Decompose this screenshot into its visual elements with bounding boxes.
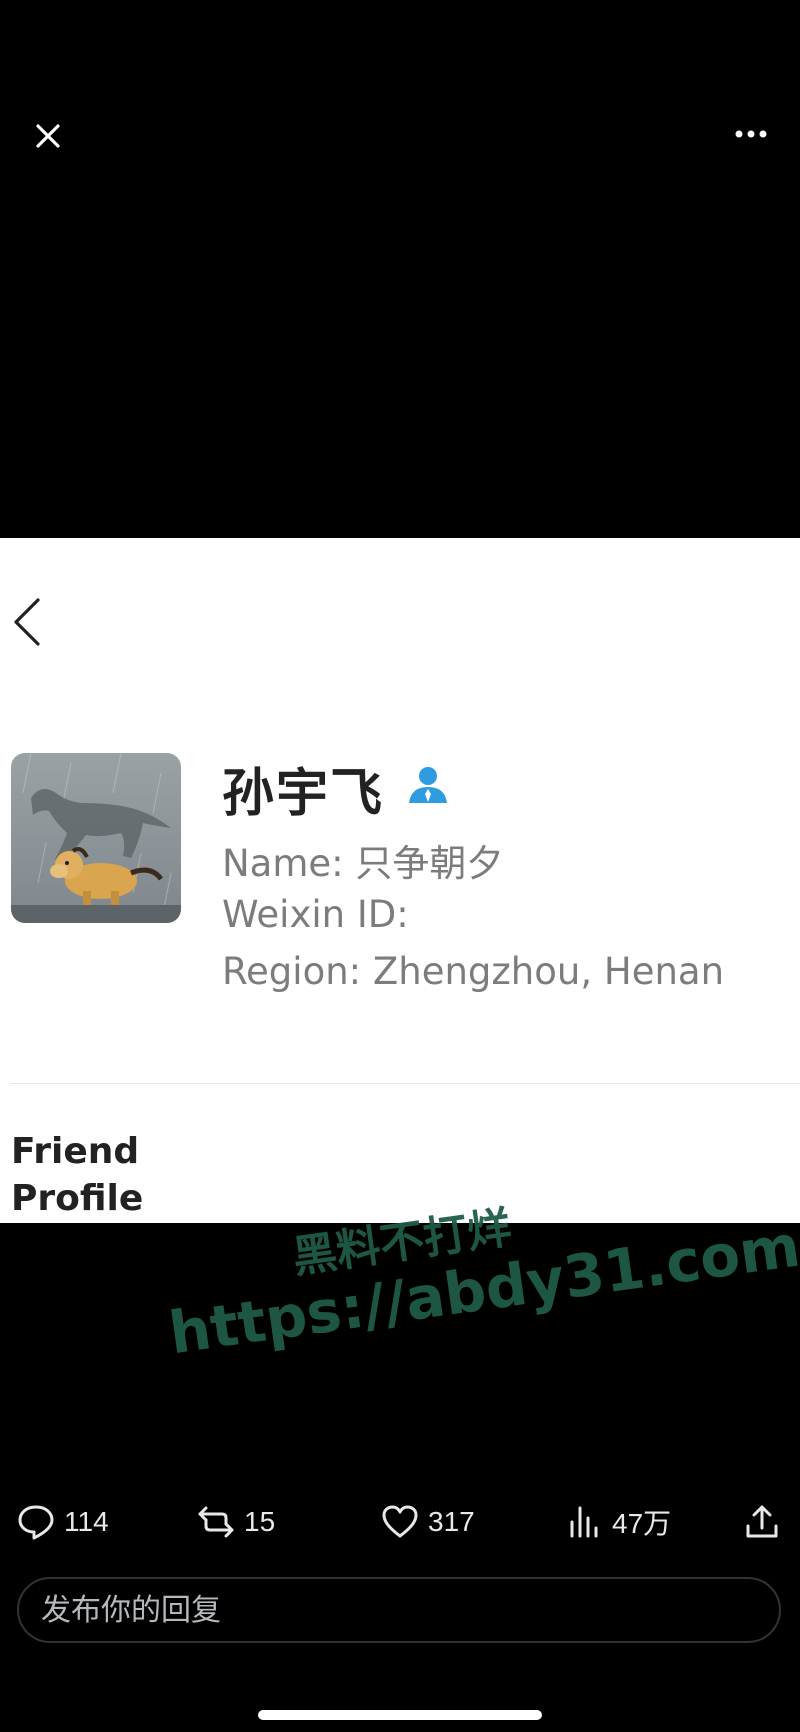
bar-chart-icon xyxy=(570,1506,598,1538)
reply-count: 114 xyxy=(64,1506,109,1537)
retweet-icon xyxy=(198,1506,234,1538)
avatar xyxy=(11,753,181,923)
reply-button[interactable]: 114 xyxy=(16,1500,109,1544)
close-icon xyxy=(36,124,60,148)
section-title: Friend Profile xyxy=(11,1128,211,1222)
profile-region-line: Region: Zhengzhou, Henan xyxy=(222,950,725,993)
retweet-count: 15 xyxy=(244,1506,276,1537)
reply-input[interactable] xyxy=(41,1579,741,1641)
profile-display-name: 孙宇飞 xyxy=(222,764,385,824)
horse-avatar xyxy=(11,753,181,923)
section-title-line-1: Friend xyxy=(11,1131,140,1172)
share-icon xyxy=(746,1505,778,1538)
like-button[interactable]: 317 xyxy=(380,1500,475,1544)
heart-icon xyxy=(382,1505,418,1538)
views-button[interactable]: 47万 xyxy=(564,1500,671,1544)
more-horizontal-icon xyxy=(735,130,767,138)
profile-name-line: Name: 只争朝夕 xyxy=(222,842,504,885)
close-button[interactable] xyxy=(30,118,66,154)
retweet-button[interactable]: 15 xyxy=(196,1500,275,1544)
contact-person-icon xyxy=(405,763,451,807)
back-button xyxy=(8,596,48,648)
share-button[interactable] xyxy=(742,1500,782,1544)
views-count: 47万 xyxy=(612,1508,672,1539)
reply-composer[interactable] xyxy=(17,1577,781,1643)
home-indicator[interactable] xyxy=(258,1710,542,1720)
comment-icon xyxy=(18,1505,54,1540)
embedded-profile-screenshot: 孙宇飞 Name: 只争朝夕 Weixin ID: Region: Zhengz… xyxy=(0,538,800,1223)
more-options-button[interactable] xyxy=(732,124,772,144)
profile-weixin-id-line: Weixin ID: xyxy=(222,893,409,936)
section-title-line-2: Profile xyxy=(11,1178,144,1219)
divider xyxy=(10,1083,800,1084)
like-count: 317 xyxy=(428,1506,475,1537)
chevron-left-icon xyxy=(14,598,40,646)
